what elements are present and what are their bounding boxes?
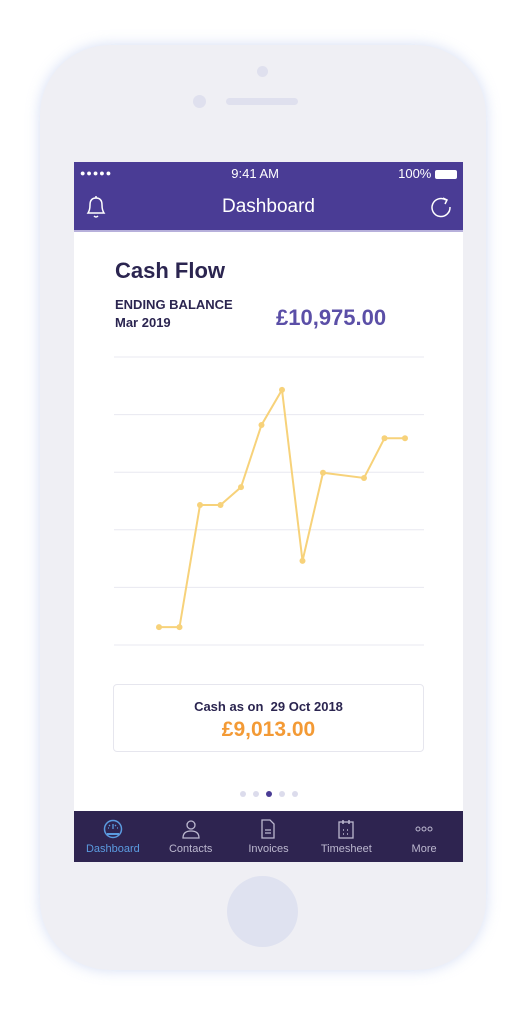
data-point[interactable] <box>238 484 244 491</box>
data-point[interactable] <box>156 624 162 631</box>
camera <box>257 66 268 77</box>
cash-value: £9,013.00 <box>221 718 316 741</box>
data-point[interactable] <box>258 421 265 428</box>
page-indicator[interactable] <box>74 791 463 797</box>
data-point[interactable] <box>197 502 203 509</box>
dashboard-gauge-icon <box>103 819 123 839</box>
tab-bar: Dashboard Contacts Invoices Timesheet Mo… <box>74 811 463 862</box>
home-button[interactable] <box>227 876 298 947</box>
person-icon <box>182 820 200 839</box>
more-icon <box>415 826 433 832</box>
data-point[interactable] <box>381 435 388 442</box>
data-point[interactable] <box>402 435 408 442</box>
tab-dashboard[interactable]: Dashboard <box>74 811 152 862</box>
page-dot[interactable] <box>265 791 272 797</box>
sensor <box>193 95 206 108</box>
cash-flow-chart <box>114 356 424 646</box>
tab-contacts[interactable]: Contacts <box>152 811 230 862</box>
cash-summary-box: Cash as on 29 Oct 2018 £9,013.00 <box>113 684 424 752</box>
data-point[interactable] <box>176 624 183 631</box>
screen: ●●●●● 9:41 AM 100% Dashboard Cash Flow E… <box>74 162 463 862</box>
tab-timesheet[interactable]: Timesheet <box>307 811 385 862</box>
tab-more[interactable]: More <box>385 811 463 862</box>
calendar-icon <box>338 820 354 839</box>
page-dot[interactable] <box>278 791 285 797</box>
data-point[interactable] <box>279 386 285 393</box>
tab-invoices[interactable]: Invoices <box>230 811 308 862</box>
cash-date-label: Cash as on 29 Oct 2018 <box>194 699 343 714</box>
page-dot[interactable] <box>252 791 259 797</box>
page-dot[interactable] <box>291 791 298 797</box>
data-point[interactable] <box>217 502 224 509</box>
data-point[interactable] <box>299 557 306 564</box>
data-point[interactable] <box>361 474 367 481</box>
speaker <box>226 98 298 105</box>
document-icon <box>261 819 276 839</box>
data-point[interactable] <box>320 469 326 476</box>
page-dot[interactable] <box>239 791 246 797</box>
series-line <box>159 386 405 629</box>
